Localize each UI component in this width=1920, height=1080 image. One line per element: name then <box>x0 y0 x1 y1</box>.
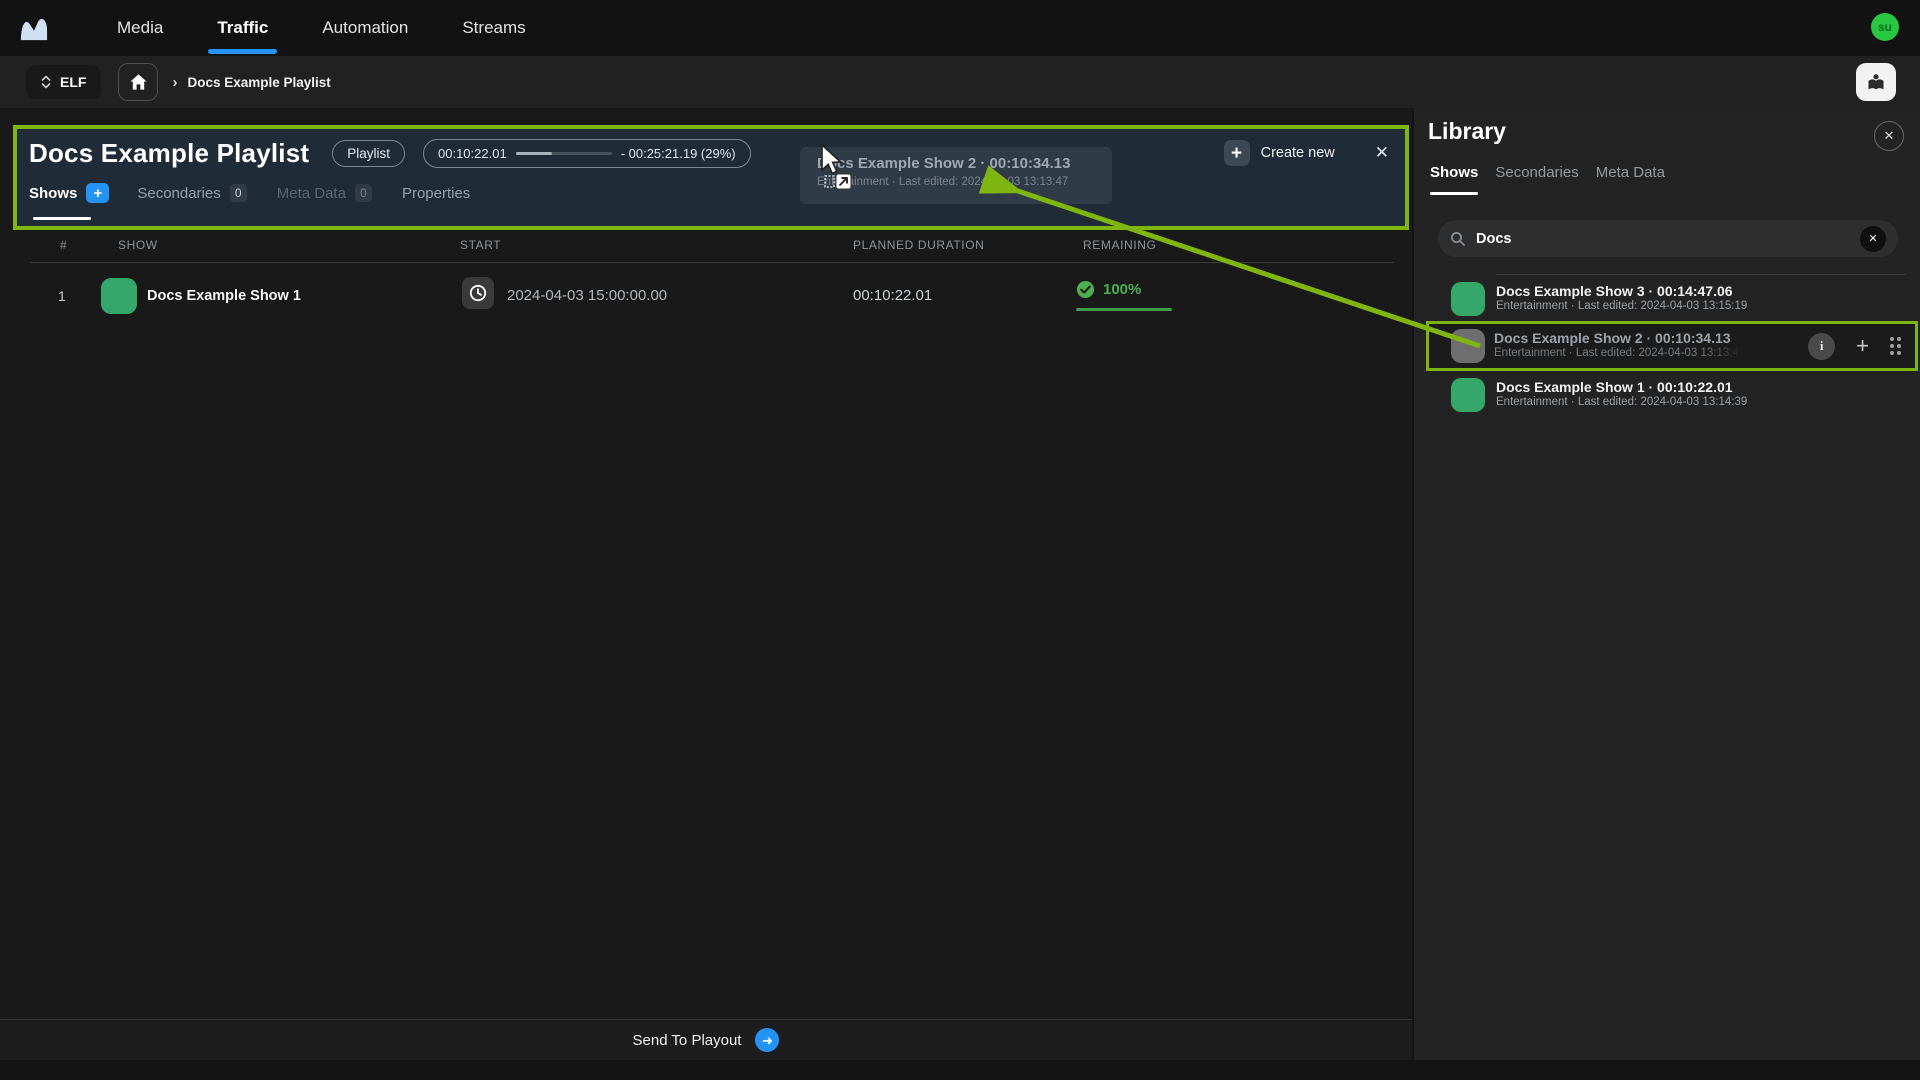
channel-label: ELF <box>60 74 86 90</box>
top-nav: Media Traffic Automation Streams su <box>0 0 1920 56</box>
col-header-start: START <box>460 238 501 252</box>
duration-progress-bar <box>516 152 612 155</box>
send-to-playout-button[interactable]: Send To Playout ➜ <box>0 1019 1412 1060</box>
playlist-title: Docs Example Playlist <box>29 138 309 169</box>
create-new-label: Create new <box>1261 145 1335 161</box>
show-thumbnail <box>1451 378 1485 412</box>
tab-meta-data[interactable]: Meta Data <box>277 185 346 202</box>
nav-tabs: Media Traffic Automation Streams <box>90 0 553 56</box>
drag-ghost-subtitle: Entertainment · Last edited: 2024-04-03 … <box>817 176 1112 188</box>
info-icon[interactable]: i <box>1808 333 1835 360</box>
drag-handle-icon[interactable] <box>1890 337 1901 355</box>
library-search-input[interactable] <box>1476 231 1850 247</box>
table-header-divider <box>30 262 1394 263</box>
tab-properties[interactable]: Properties <box>402 185 470 202</box>
clear-icon: ✕ <box>1868 232 1877 245</box>
drag-ghost-title: Docs Example Show 2 · 00:10:34.13 <box>817 155 1112 172</box>
remaining-progress-bar <box>1076 308 1172 311</box>
library-item-title: Docs Example Show 1 · 00:10:22.01 <box>1496 379 1733 395</box>
breadcrumb-bar: ELF › Docs Example Playlist <box>0 56 1920 108</box>
library-item-show-1[interactable]: Docs Example Show 1 · 00:10:22.01 Entert… <box>1414 374 1920 420</box>
tab-shows[interactable]: Shows <box>29 185 77 202</box>
library-item-subtitle: Entertainment · Last edited: 2024-04-03 … <box>1496 396 1747 408</box>
library-search: ✕ <box>1438 220 1898 257</box>
updown-icon <box>41 74 51 90</box>
start-time-chip[interactable] <box>462 277 494 309</box>
search-clear-button[interactable]: ✕ <box>1860 226 1886 252</box>
nav-tab-automation[interactable]: Automation <box>295 0 435 56</box>
nav-tab-streams[interactable]: Streams <box>435 0 552 56</box>
playlist-type-badge: Playlist <box>332 140 405 167</box>
breadcrumb-chevron-icon: › <box>172 74 177 91</box>
planned-duration-value: 00:10:22.01 <box>853 287 932 304</box>
channel-selector[interactable]: ELF <box>26 65 101 99</box>
playlist-panel: Docs Example Playlist Playlist 00:10:22.… <box>0 108 1412 1060</box>
library-tab-shows[interactable]: Shows <box>1430 164 1478 181</box>
library-item-title: Docs Example Show 3 · 00:14:47.06 <box>1496 283 1733 299</box>
show-thumbnail-dragging <box>1451 329 1485 363</box>
library-title: Library <box>1428 118 1506 145</box>
library-toggle-button[interactable] <box>1856 63 1896 101</box>
active-tab-underline <box>33 217 91 220</box>
duration-current: 00:10:22.01 <box>438 146 507 161</box>
library-item-subtitle: Entertainment · Last edited: 2024-04-03 … <box>1494 347 1745 359</box>
create-new-button[interactable]: + Create new <box>1224 140 1335 166</box>
home-button[interactable] <box>118 63 158 101</box>
panel-close-icon[interactable]: ✕ <box>1375 143 1389 163</box>
library-tab-secondaries[interactable]: Secondaries <box>1495 164 1578 181</box>
duration-pill: 00:10:22.01 - 00:25:21.19 (29%) <box>423 139 751 168</box>
show-thumbnail[interactable] <box>101 278 137 314</box>
remaining-value: 100% <box>1103 281 1141 298</box>
user-avatar[interactable]: su <box>1871 13 1899 41</box>
col-header-remaining: REMAINING <box>1083 238 1156 252</box>
library-item-subtitle: Entertainment · Last edited: 2024-04-03 … <box>1496 300 1747 312</box>
nav-tab-traffic[interactable]: Traffic <box>190 0 295 56</box>
close-icon: ✕ <box>1884 128 1895 144</box>
home-icon <box>129 73 148 91</box>
breadcrumb-page: Docs Example Playlist <box>187 75 330 90</box>
library-tabs: Shows Secondaries Meta Data <box>1430 164 1665 181</box>
nav-tab-media[interactable]: Media <box>90 0 190 56</box>
col-header-number: # <box>60 238 67 252</box>
add-to-playlist-icon[interactable]: + <box>1856 335 1869 357</box>
col-header-planned-duration: PLANNED DURATION <box>853 238 984 252</box>
start-value: 2024-04-03 15:00:00.00 <box>507 287 667 304</box>
plus-icon: + <box>1224 140 1250 166</box>
duration-total: - 00:25:21.19 (29%) <box>621 146 736 161</box>
library-book-icon <box>1864 70 1888 94</box>
remaining-badge: 100% <box>1076 280 1141 299</box>
tab-secondaries[interactable]: Secondaries <box>137 185 220 202</box>
search-icon <box>1450 231 1466 247</box>
library-item-show-3[interactable]: Docs Example Show 3 · 00:14:47.06 Entert… <box>1414 278 1920 324</box>
send-arrow-icon: ➜ <box>755 1028 779 1052</box>
secondaries-count-badge: 0 <box>230 184 247 202</box>
app-logo-icon <box>18 13 52 43</box>
meta-data-count-badge: 0 <box>355 184 372 202</box>
annotation-playlist-header-box: Docs Example Playlist Playlist 00:10:22.… <box>13 125 1409 230</box>
clock-icon <box>468 283 488 303</box>
library-panel: Library ✕ Shows Secondaries Meta Data ✕ … <box>1414 108 1920 1060</box>
check-circle-icon <box>1076 280 1095 299</box>
show-thumbnail <box>1451 282 1485 316</box>
show-name: Docs Example Show 1 <box>147 288 301 304</box>
library-item-show-2-highlighted[interactable]: Docs Example Show 2 · 00:10:34.13 Entert… <box>1426 321 1918 371</box>
library-item-title: Docs Example Show 2 · 00:10:34.13 <box>1494 330 1731 346</box>
col-header-show: SHOW <box>118 238 158 252</box>
send-to-playout-label: Send To Playout <box>633 1032 742 1049</box>
drag-ghost-preview: Docs Example Show 2 · 00:10:34.13 Entert… <box>800 147 1112 204</box>
row-number: 1 <box>58 288 66 304</box>
library-active-tab-underline <box>1430 192 1478 195</box>
library-close-button[interactable]: ✕ <box>1874 121 1904 151</box>
library-list-divider <box>1496 274 1906 275</box>
library-tab-meta-data[interactable]: Meta Data <box>1596 164 1665 181</box>
add-show-button[interactable]: + <box>86 183 109 203</box>
